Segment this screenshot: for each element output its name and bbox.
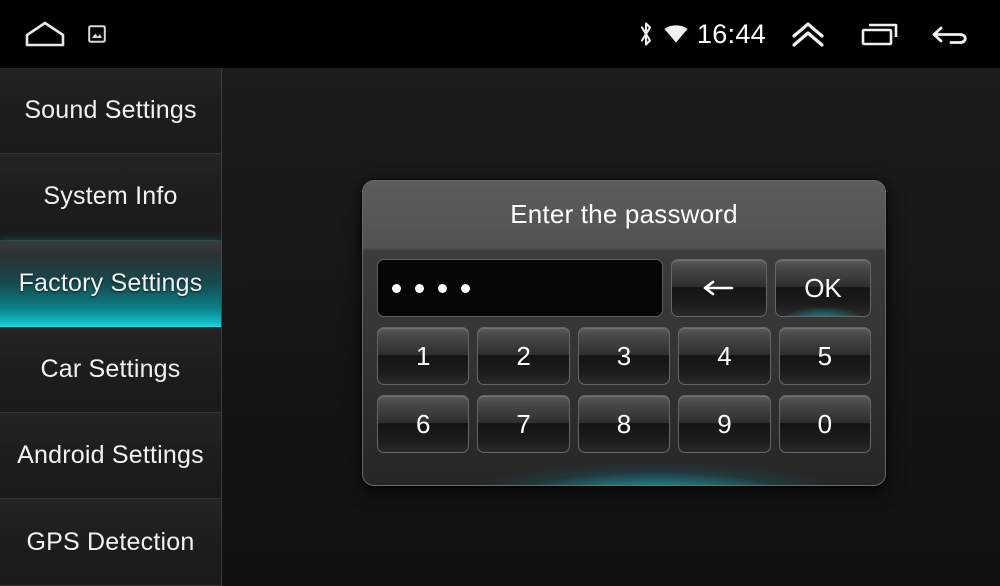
sidebar-item-label: Android Settings	[17, 441, 204, 470]
sidebar-item-gps-detection[interactable]: GPS Detection	[0, 499, 221, 586]
key-6[interactable]: 6	[377, 395, 470, 453]
key-label: 1	[415, 340, 431, 371]
ok-button[interactable]: OK	[775, 259, 871, 317]
chevron-double-up-icon[interactable]	[772, 0, 844, 68]
key-label: 7	[516, 408, 531, 439]
key-label: 0	[817, 408, 833, 439]
back-icon[interactable]	[916, 0, 988, 68]
key-0[interactable]: 0	[778, 395, 872, 453]
backspace-button[interactable]	[671, 259, 767, 317]
key-label: 8	[616, 408, 632, 439]
password-dot	[438, 283, 447, 293]
key-1[interactable]: 1	[377, 327, 470, 385]
status-bar: 16:44	[0, 0, 1000, 68]
key-5[interactable]: 5	[778, 327, 872, 385]
sidebar-item-label: Sound Settings	[24, 96, 197, 125]
key-label: 6	[415, 408, 431, 439]
settings-sidebar: Sound Settings System Info Factory Setti…	[0, 68, 222, 586]
key-2[interactable]: 2	[477, 327, 570, 385]
key-7[interactable]: 7	[477, 395, 570, 453]
status-bar-right-group: 16:44	[637, 0, 1000, 68]
home-icon[interactable]	[24, 19, 66, 49]
password-dot	[415, 283, 424, 293]
password-dot	[392, 283, 401, 293]
bluetooth-icon	[637, 20, 655, 48]
password-dialog: Enter the password OK 1 2 3 4 5 6 7 8 9 …	[362, 180, 886, 486]
arrow-left-icon	[699, 276, 739, 300]
ok-button-label: OK	[804, 272, 842, 303]
key-9[interactable]: 9	[678, 395, 771, 453]
sidebar-item-car-settings[interactable]: Car Settings	[0, 326, 221, 414]
wifi-icon	[663, 23, 689, 45]
car-head-unit-screen: 16:44 Sound Settings System Info Factory…	[0, 0, 1000, 586]
sidebar-item-label: GPS Detection	[26, 527, 195, 556]
key-8[interactable]: 8	[577, 395, 671, 453]
sidebar-item-system-info[interactable]: System Info	[0, 154, 221, 241]
main-content-area: Enter the password OK 1 2 3 4 5 6 7 8 9 …	[222, 68, 1000, 586]
sidebar-item-label: System Info	[43, 182, 178, 211]
key-3[interactable]: 3	[577, 327, 671, 385]
password-input-row: OK	[377, 259, 871, 317]
status-bar-clock: 16:44	[696, 18, 766, 49]
sidebar-item-android-settings[interactable]: Android Settings	[0, 413, 221, 500]
password-dot	[461, 283, 470, 293]
dialog-title: Enter the password	[510, 199, 738, 229]
dialog-body: OK 1 2 3 4 5 6 7 8 9 0	[363, 249, 885, 463]
sidebar-item-sound-settings[interactable]: Sound Settings	[0, 68, 221, 155]
sidebar-item-label: Car Settings	[40, 355, 181, 384]
sidebar-item-label: Factory Settings	[18, 268, 203, 297]
key-label: 2	[516, 340, 531, 371]
sidebar-item-factory-settings[interactable]: Factory Settings	[0, 240, 221, 327]
key-label: 9	[717, 408, 732, 439]
key-label: 4	[717, 340, 732, 371]
status-bar-left-group	[0, 19, 106, 49]
password-input[interactable]	[377, 259, 663, 317]
recent-apps-icon[interactable]	[844, 0, 916, 68]
keypad-row-1: 1 2 3 4 5	[377, 327, 872, 385]
screenshot-icon[interactable]	[88, 25, 106, 43]
key-4[interactable]: 4	[678, 327, 771, 385]
key-label: 3	[616, 340, 632, 371]
keypad-row-2: 6 7 8 9 0	[377, 395, 872, 453]
key-label: 5	[817, 340, 833, 371]
